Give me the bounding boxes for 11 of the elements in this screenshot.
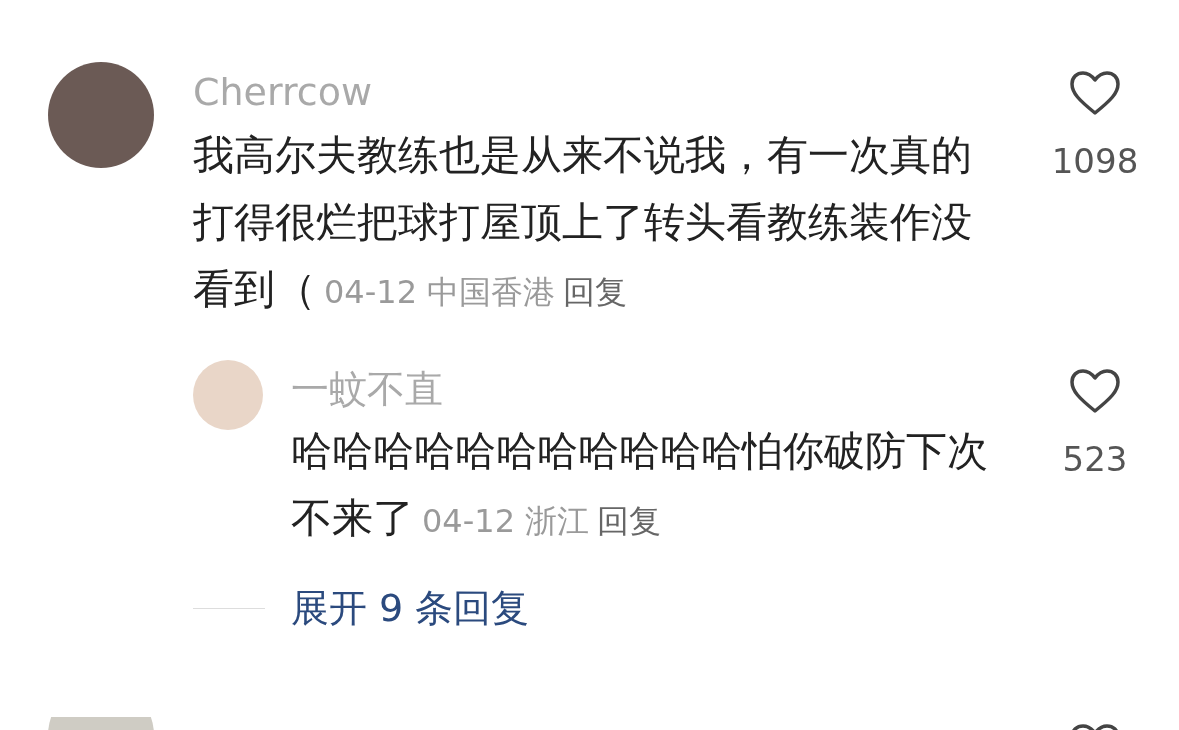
- reply-link[interactable]: 回复: [563, 273, 628, 311]
- username: 一蚊不直: [291, 366, 444, 413]
- expand-replies-link[interactable]: 展开 9 条回复: [291, 578, 530, 638]
- like-count: 523: [1061, 438, 1129, 481]
- comment-text: 哈哈哈哈哈哈哈哈哈哈哈怕你破防下次不来了 04-12 浙江 回复: [291, 426, 989, 544]
- username: Cherrcow: [193, 69, 373, 116]
- comment-text: 我高尔夫教练也是从来不说我，有一次真的打得很烂把球打屋顶上了转头看教练装作没看到（ 04-12 中国香港 回复: [193, 130, 973, 315]
- reply-link[interactable]: 回复: [597, 502, 662, 540]
- comment-meta: 04-12 中国香港: [324, 273, 556, 311]
- comment-meta: 04-12 浙江: [422, 502, 590, 540]
- like-count: 1098: [1050, 140, 1140, 183]
